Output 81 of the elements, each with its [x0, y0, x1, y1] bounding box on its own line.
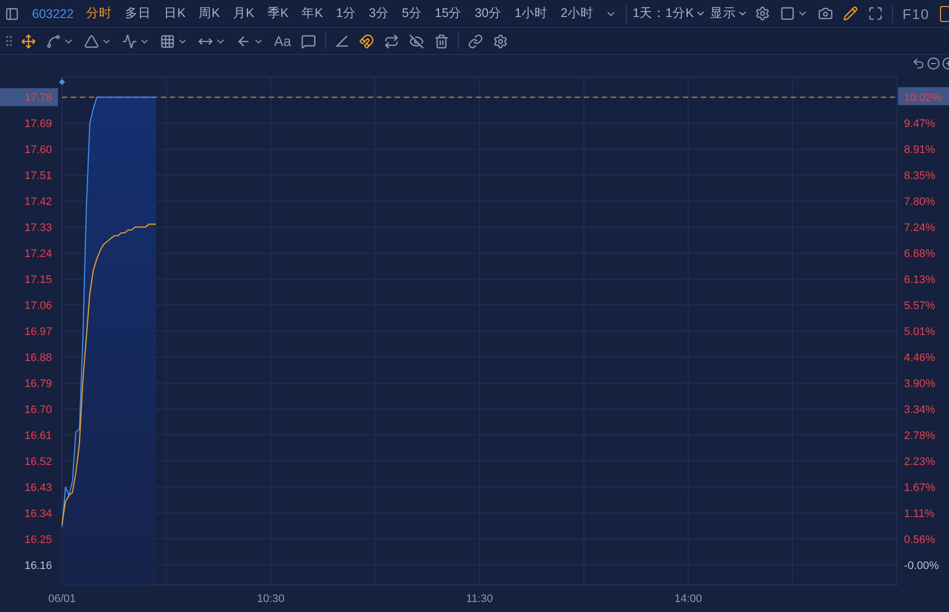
current-price-highlight [0, 88, 58, 106]
timeframe-tab[interactable]: 1小时 [508, 5, 554, 22]
eye-off-icon [409, 34, 424, 48]
x-axis-label: 11:30 [466, 593, 493, 605]
timeframe-tab[interactable]: 3分 [362, 5, 396, 22]
y-axis-label: 17.33 [24, 222, 52, 234]
marker-icon [59, 79, 65, 85]
y-axis-percent-label: 4.46% [904, 352, 936, 364]
y-axis-label: 16.70 [24, 404, 52, 416]
trash-icon [434, 34, 450, 48]
square-icon [780, 6, 795, 21]
y-axis-label: 17.60 [24, 144, 52, 156]
f10-button[interactable]: F10 [896, 6, 936, 22]
y-axis-label: 17.15 [24, 274, 52, 286]
y-axis-percent-label: 2.23% [904, 456, 936, 468]
loop-icon [384, 34, 400, 48]
y-axis-percent-label: 8.35% [904, 170, 936, 182]
triangle-icon [84, 34, 99, 48]
y-axis-label: 17.78 [24, 92, 52, 104]
y-axis-percent-label: 7.80% [904, 196, 936, 208]
y-axis-label: 16.88 [24, 352, 52, 364]
y-axis-percent-label: 3.90% [904, 378, 936, 390]
y-axis-percent-label: 3.34% [904, 404, 936, 416]
y-axis-label: 17.24 [24, 248, 52, 260]
timeframe-tab[interactable]: 2小时 [554, 5, 600, 22]
y-axis-percent-label: 7.24% [904, 222, 936, 234]
settings-icon [493, 34, 508, 48]
panel-icon[interactable] [940, 6, 949, 22]
y-axis-percent-label: 5.01% [904, 326, 936, 338]
y-axis-percent-label: 2.78% [904, 430, 936, 442]
timeframe-tab[interactable]: 日K [158, 5, 192, 22]
display-select[interactable]: 显示 [708, 5, 750, 22]
link-icon [468, 34, 484, 48]
x-axis-label: 10:30 [256, 593, 285, 605]
move-icon [21, 34, 36, 48]
y-axis-percent-label: 8.91% [904, 144, 936, 156]
y-axis-percent-label: 5.57% [904, 300, 936, 312]
undo-button[interactable] [912, 57, 925, 70]
y-axis-label: 16.61 [24, 430, 52, 442]
magnet-icon [359, 34, 374, 48]
zoom-out-button[interactable] [927, 57, 940, 70]
y-axis-label: 16.52 [24, 456, 52, 468]
y-axis-percent-label: 6.13% [904, 274, 936, 286]
y-axis-label: 16.97 [24, 326, 52, 338]
y-axis-label: 17.51 [24, 170, 52, 182]
y-axis-label: 16.34 [24, 508, 52, 520]
y-axis-label: 16.79 [24, 378, 52, 390]
period-select[interactable]: 1天：1分K [630, 5, 708, 22]
timeframe-tab[interactable]: 周K [192, 5, 226, 22]
text-tool-button[interactable]: Aa [269, 33, 296, 49]
polyline-icon [122, 34, 137, 48]
timeframe-tab[interactable]: 季K [260, 5, 296, 22]
y-axis-label: 17.06 [24, 300, 52, 312]
line-icon [46, 34, 61, 48]
y-axis-percent-label: 6.68% [904, 248, 936, 260]
timeframe-tab[interactable]: 月K [226, 5, 261, 22]
timeframe-tab[interactable]: 分时 [80, 5, 119, 22]
y-axis-label: 16.16 [24, 560, 52, 572]
current-change-highlight [898, 87, 949, 106]
comment-icon [301, 34, 316, 48]
x-axis-label: 06/01 [48, 593, 76, 605]
y-axis-label: 17.42 [24, 196, 52, 208]
timeframe-tab[interactable]: 30分 [468, 5, 508, 22]
x-axis-label: 14:00 [674, 593, 702, 605]
y-axis-percent-label: 10.02% [904, 92, 942, 104]
y-axis-label: 16.43 [24, 482, 52, 494]
y-axis-percent-label: -0.00% [904, 560, 939, 572]
grid-icon [160, 34, 175, 48]
timeframe-tab[interactable]: 多日 [118, 5, 158, 22]
timeframe-tab[interactable]: 15分 [428, 5, 468, 22]
timeframe-tab[interactable]: 5分 [395, 5, 428, 22]
y-axis-percent-label: 0.56% [904, 534, 936, 546]
timeframe-tab[interactable]: 年K [295, 5, 330, 22]
y-axis-percent-label: 1.67% [904, 482, 936, 494]
y-axis-label: 17.69 [24, 118, 52, 130]
y-axis-percent-label: 1.11% [904, 508, 934, 520]
y-axis-label: 16.25 [24, 534, 52, 546]
angle-icon [335, 34, 350, 48]
stock-code: 603222 [31, 6, 75, 20]
y-axis-percent-label: 9.47% [904, 118, 936, 130]
timeframe-tab[interactable]: 1分 [329, 5, 362, 22]
